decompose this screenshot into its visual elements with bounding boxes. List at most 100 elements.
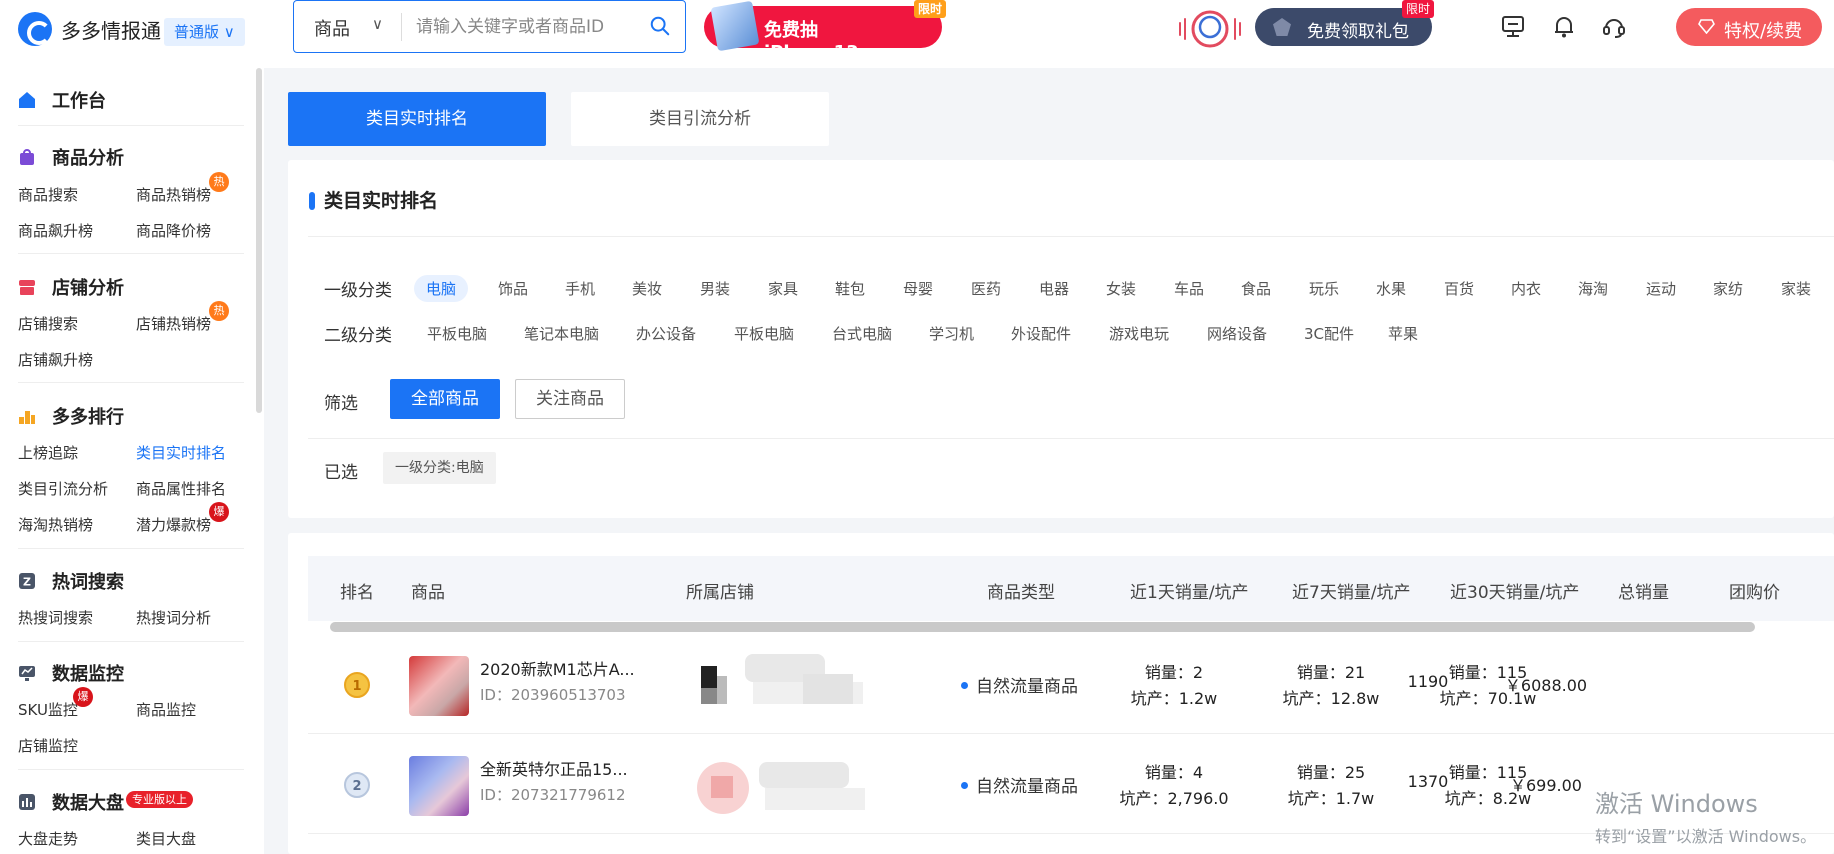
subcategory-chip[interactable]: 平板电脑: [734, 323, 794, 344]
subcategory-chip[interactable]: 3C配件: [1304, 323, 1354, 344]
sidebar-item-potential-hit[interactable]: 潜力爆款榜: [136, 514, 211, 535]
sidebar-item-hot-search[interactable]: 热搜词搜索: [18, 607, 93, 628]
column-header[interactable]: 近1天销量/坑产: [1130, 578, 1249, 603]
sidebar-scrollbar[interactable]: [256, 68, 262, 413]
search-icon[interactable]: [649, 15, 671, 37]
category-chip[interactable]: 食品: [1241, 278, 1271, 299]
customer-service-icon[interactable]: [1601, 14, 1627, 40]
sidebar-item-haitao-hot[interactable]: 海淘热销榜: [18, 514, 93, 535]
column-header[interactable]: 近7天销量/坑产: [1292, 578, 1411, 603]
category-chip[interactable]: 美妆: [632, 278, 662, 299]
horizontal-scrollbar[interactable]: [330, 622, 1755, 632]
bell-icon[interactable]: [1551, 14, 1577, 40]
category-chip[interactable]: 家具: [768, 278, 798, 299]
category-chip[interactable]: 运动: [1646, 278, 1676, 299]
subcategory-chip[interactable]: 苹果: [1388, 323, 1418, 344]
sidebar-group-hot-words[interactable]: Z 热词搜索: [18, 568, 124, 594]
category-chip[interactable]: 饰品: [498, 278, 528, 299]
category-chip[interactable]: 鞋包: [835, 278, 865, 299]
selected-filter-chip[interactable]: 一级分类:电脑: [383, 452, 496, 484]
vip-renew-button[interactable]: 特权/续费: [1676, 8, 1822, 46]
edition-badge[interactable]: 普通版 ∨: [164, 18, 245, 46]
category-chip[interactable]: 车品: [1174, 278, 1204, 299]
gmv-1d: 坑产：1.2w: [1130, 689, 1218, 708]
chevron-down-icon[interactable]: ∨: [372, 15, 383, 33]
shop-info-blurred[interactable]: [693, 652, 883, 716]
sidebar-group-rankings[interactable]: 多多排行: [18, 403, 124, 429]
sidebar-item-tracking[interactable]: 上榜追踪: [18, 442, 78, 463]
table-row[interactable]: 1 2020新款M1芯片A... ID：203960513703 自然流量商品 …: [308, 634, 1834, 734]
column-header[interactable]: 近30天销量/坑产: [1450, 578, 1579, 603]
followed-products-button[interactable]: 关注商品: [515, 379, 625, 419]
sidebar-group-shop-analysis[interactable]: 店铺分析: [18, 274, 124, 300]
sidebar-item-product-search[interactable]: 商品搜索: [18, 184, 78, 205]
category-chip[interactable]: 医药: [971, 278, 1001, 299]
sidebar-group-market[interactable]: 数据大盘: [18, 789, 124, 815]
subcategory-chip[interactable]: 游戏电玩: [1109, 323, 1169, 344]
sidebar-item-shop-monitor[interactable]: 店铺监控: [18, 735, 78, 756]
category-chip[interactable]: 电器: [1039, 278, 1069, 299]
category-chip[interactable]: 海淘: [1578, 278, 1608, 299]
category-chip[interactable]: 百货: [1444, 278, 1474, 299]
tab-category-realtime[interactable]: 类目实时排名: [288, 92, 546, 146]
subcategory-chip[interactable]: 学习机: [929, 323, 974, 344]
subcategory-chip[interactable]: 台式电脑: [832, 323, 892, 344]
sidebar-item-attribute-rank[interactable]: 商品属性排名: [136, 478, 226, 499]
product-thumbnail[interactable]: [409, 756, 469, 816]
category-chip[interactable]: 玩乐: [1309, 278, 1339, 299]
sidebar-item-product-rising[interactable]: 商品飙升榜: [18, 220, 93, 241]
sidebar-group-product-analysis[interactable]: 商品分析: [18, 144, 124, 170]
subcategory-chip[interactable]: 笔记本电脑: [524, 323, 599, 344]
shop-info-blurred[interactable]: [693, 752, 883, 816]
sales-1d-cell: 销量：2 坑产：1.2w: [1104, 660, 1244, 712]
sidebar-item-category-traffic[interactable]: 类目引流分析: [18, 478, 108, 499]
sidebar-item-product-price-drop[interactable]: 商品降价榜: [136, 220, 211, 241]
sidebar-item-product-monitor[interactable]: 商品监控: [136, 699, 196, 720]
subcategory-chip[interactable]: 外设配件: [1011, 323, 1071, 344]
free-gift-button[interactable]: 免费领取礼包 限时: [1255, 0, 1434, 46]
sidebar-item-category-market[interactable]: 类目大盘: [136, 828, 196, 849]
promo-text: 免费抽iPhone13pro: [764, 20, 893, 63]
all-products-button[interactable]: 全部商品: [390, 379, 500, 419]
product-name[interactable]: 全新英特尔正品15...: [480, 756, 628, 780]
sidebar-item-product-hot[interactable]: 商品热销榜: [136, 184, 211, 205]
monitor-icon[interactable]: [1500, 14, 1526, 40]
category-chip[interactable]: 内衣: [1511, 278, 1541, 299]
divider: [18, 382, 244, 383]
tab-category-traffic[interactable]: 类目引流分析: [571, 92, 829, 146]
search-input[interactable]: [416, 13, 636, 41]
column-header[interactable]: 团购价: [1729, 578, 1780, 603]
sidebar-item-hot-analysis[interactable]: 热搜词分析: [136, 607, 211, 628]
category-chip[interactable]: 母婴: [903, 278, 933, 299]
category-chip[interactable]: 家纺: [1713, 278, 1743, 299]
group-price: ￥6088.00: [1504, 676, 1588, 695]
category-chip[interactable]: 女装: [1106, 278, 1136, 299]
divider: [18, 125, 244, 126]
category-chip[interactable]: 男装: [700, 278, 730, 299]
voice-assistant-icon[interactable]: [1176, 9, 1244, 49]
type-dot: [961, 782, 968, 789]
category-chip[interactable]: 电脑: [414, 275, 469, 302]
product-name[interactable]: 2020新款M1芯片A...: [480, 656, 635, 680]
category-chip[interactable]: 水果: [1376, 278, 1406, 299]
category-chip[interactable]: 家装: [1781, 278, 1811, 299]
sidebar-item-workbench[interactable]: 工作台: [18, 87, 106, 113]
search-type-select[interactable]: 商品: [314, 15, 350, 41]
sidebar-item-shop-rising[interactable]: 店铺飙升榜: [18, 349, 93, 370]
sidebar-item-shop-search[interactable]: 店铺搜索: [18, 313, 78, 334]
app-logo[interactable]: 多多情报通: [18, 12, 161, 46]
product-thumbnail[interactable]: [409, 656, 469, 716]
sidebar-item-category-realtime[interactable]: 类目实时排名: [136, 442, 226, 463]
sidebar-group-monitoring[interactable]: 数据监控: [18, 660, 124, 686]
column-header[interactable]: 总销量: [1618, 578, 1669, 603]
subcategory-chip[interactable]: 网络设备: [1207, 323, 1267, 344]
subcategory-chip[interactable]: 办公设备: [636, 323, 696, 344]
sales-1d: 销量：2: [1144, 663, 1204, 682]
hot-badge: 热: [209, 301, 229, 321]
sidebar-item-shop-hot[interactable]: 店铺热销榜: [136, 313, 211, 334]
iphone-promo-banner[interactable]: 免费抽iPhone13pro 限时: [704, 0, 946, 63]
sidebar-item-sku-monitor[interactable]: SKU监控: [18, 699, 78, 720]
sidebar-item-market-trend[interactable]: 大盘走势: [18, 828, 78, 849]
subcategory-chip[interactable]: 平板电脑: [427, 323, 487, 344]
category-chip[interactable]: 手机: [565, 278, 595, 299]
